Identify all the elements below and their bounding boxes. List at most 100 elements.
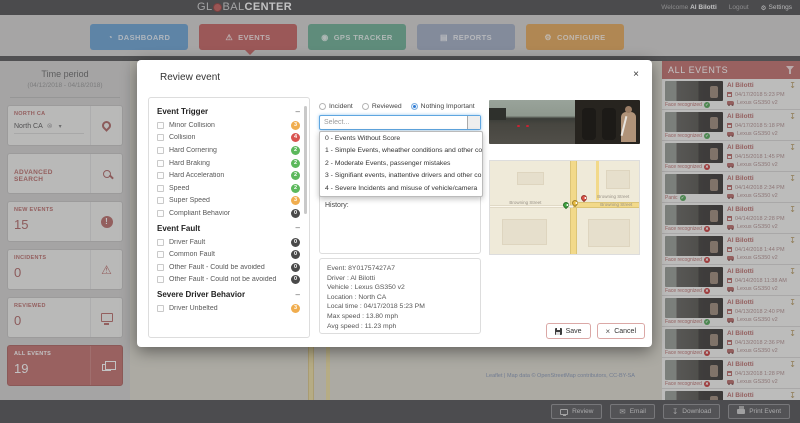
checkbox[interactable] [157, 122, 164, 129]
radio-icon[interactable] [319, 103, 326, 110]
radio-icon[interactable] [411, 103, 418, 110]
close-icon[interactable]: × [633, 69, 639, 80]
score-dropdown: 0 - Events Without Score 1 - Simple Even… [319, 131, 483, 197]
count-badge: 3 [291, 121, 300, 130]
map-road [490, 205, 573, 208]
section-items: Driver Unbelted 3 [157, 302, 300, 315]
count-badge: 2 [291, 171, 300, 180]
map-pin-green[interactable] [562, 201, 570, 209]
scrollbar[interactable] [304, 106, 307, 214]
radio-label: Reviewed [372, 103, 402, 110]
street-label: Browning Street [597, 194, 629, 199]
checkbox[interactable] [157, 134, 164, 141]
checklist-label: Hard Braking [169, 160, 286, 167]
checkbox[interactable] [157, 210, 164, 217]
collapse-icon[interactable]: – [296, 224, 300, 232]
cancel-button[interactable]: ×Cancel [597, 323, 645, 339]
status-radio-group: Incident Reviewed Nothing Important [319, 103, 481, 110]
checklist-item[interactable]: Speed 2 [157, 182, 300, 195]
score-option[interactable]: 0 - Events Without Score [320, 133, 482, 145]
status-radio[interactable]: Reviewed [362, 103, 402, 110]
map-block [502, 219, 547, 245]
checklist-label: Minor Collision [169, 122, 286, 129]
checklist-label: Other Fault - Could not be avoided [169, 276, 286, 283]
cabin-camera-view [575, 100, 640, 144]
section-header: Event Fault – [157, 224, 300, 233]
checklist-label: Super Speed [169, 197, 286, 204]
count-badge: 0 [291, 275, 300, 284]
status-radio[interactable]: Nothing Important [411, 103, 475, 110]
event-detail-line: Max speed : 13.80 mph [327, 312, 473, 322]
event-detail-line: Local time : 04/17/2018 5:23 PM [327, 302, 473, 312]
seat-shape [602, 108, 616, 140]
checklist-label: Driver Fault [169, 239, 286, 246]
count-badge: 4 [291, 133, 300, 142]
radio-label: Nothing Important [421, 103, 475, 110]
status-radio[interactable]: Incident [319, 103, 353, 110]
checklist-item[interactable]: Common Fault 0 [157, 248, 300, 261]
score-select[interactable]: Select... [319, 115, 481, 130]
checkbox[interactable] [157, 147, 164, 154]
collapse-icon[interactable]: – [296, 108, 300, 116]
checklist-item[interactable]: Hard Cornering 2 [157, 144, 300, 157]
radio-label: Incident [329, 103, 353, 110]
count-badge: 0 [291, 250, 300, 259]
checklist-label: Speed [169, 185, 286, 192]
checklist-item[interactable]: Hard Braking 2 [157, 157, 300, 170]
modal-title: Review event [160, 72, 220, 83]
checkbox[interactable] [157, 264, 164, 271]
score-select-placeholder: Select... [320, 119, 467, 126]
checklist-item[interactable]: Driver Fault 0 [157, 236, 300, 249]
checkbox[interactable] [157, 160, 164, 167]
checkbox[interactable] [157, 239, 164, 246]
count-badge: 2 [291, 184, 300, 193]
score-option[interactable]: 4 - Severe Incidents and misuse of vehic… [320, 183, 482, 195]
checklist-label: Driver Unbelted [169, 305, 286, 312]
checklist-item[interactable]: Compliant Behavior 0 [157, 207, 300, 220]
count-badge: 0 [291, 238, 300, 247]
count-badge: 0 [291, 263, 300, 272]
global-center-app: Leaflet | Map data © OpenStreetMap contr… [0, 0, 800, 423]
save-icon [555, 328, 562, 335]
checklist-item[interactable]: Other Fault - Could not be avoided 0 [157, 274, 300, 287]
section-title: Severe Driver Behavior [157, 290, 245, 299]
radio-icon[interactable] [362, 103, 369, 110]
score-option[interactable]: 2 - Moderate Events, passenger mistakes [320, 158, 482, 170]
checkbox[interactable] [157, 172, 164, 179]
event-detail-line: Driver : Al Bilotti [327, 274, 473, 284]
checklist-item[interactable]: Other Fault - Could be avoided 0 [157, 261, 300, 274]
checkbox[interactable] [157, 185, 164, 192]
review-event-modal: Review event × Event Trigger – Minor Col… [137, 60, 652, 347]
section-items: Minor Collision 3 Collision 4 Hard Corne… [157, 119, 300, 220]
checklist-label: Compliant Behavior [169, 210, 286, 217]
collapse-icon[interactable]: – [296, 291, 300, 299]
count-badge: 2 [291, 159, 300, 168]
score-option[interactable]: 1 - Simple Events, wheather conditions a… [320, 145, 482, 157]
seat-shape [582, 108, 596, 140]
checklist-label: Hard Cornering [169, 147, 286, 154]
checklist-item[interactable]: Minor Collision 3 [157, 119, 300, 132]
event-detail-line: Location : North CA [327, 293, 473, 303]
save-button[interactable]: Save [546, 323, 591, 339]
checkbox[interactable] [157, 251, 164, 258]
section-header: Event Trigger – [157, 107, 300, 116]
section-title: Event Trigger [157, 107, 208, 116]
section-items: Driver Fault 0 Common Fault 0 Other Faul… [157, 236, 300, 286]
section-header: Severe Driver Behavior – [157, 290, 300, 299]
checklist-item[interactable]: Hard Acceleration 2 [157, 169, 300, 182]
section-title: Event Fault [157, 224, 200, 233]
checklist-label: Hard Acceleration [169, 172, 286, 179]
checkbox[interactable] [157, 305, 164, 312]
close-icon: × [606, 327, 611, 336]
checklist-item[interactable]: Collision 4 [157, 132, 300, 145]
checkbox[interactable] [157, 276, 164, 283]
event-map[interactable]: Browning Street Browning Street Browning… [489, 160, 640, 255]
checklist-item[interactable]: Super Speed 3 [157, 195, 300, 208]
score-option[interactable]: 3 - Signifiant events, inattentive drive… [320, 170, 482, 182]
driver-shape [621, 112, 636, 142]
checkbox[interactable] [157, 197, 164, 204]
checklist-label: Other Fault - Could be avoided [169, 264, 286, 271]
chevron-down-icon[interactable] [467, 116, 480, 129]
checklist-item[interactable]: Driver Unbelted 3 [157, 302, 300, 315]
event-checklist-panel: Event Trigger – Minor Collision 3 Collis… [148, 97, 310, 338]
